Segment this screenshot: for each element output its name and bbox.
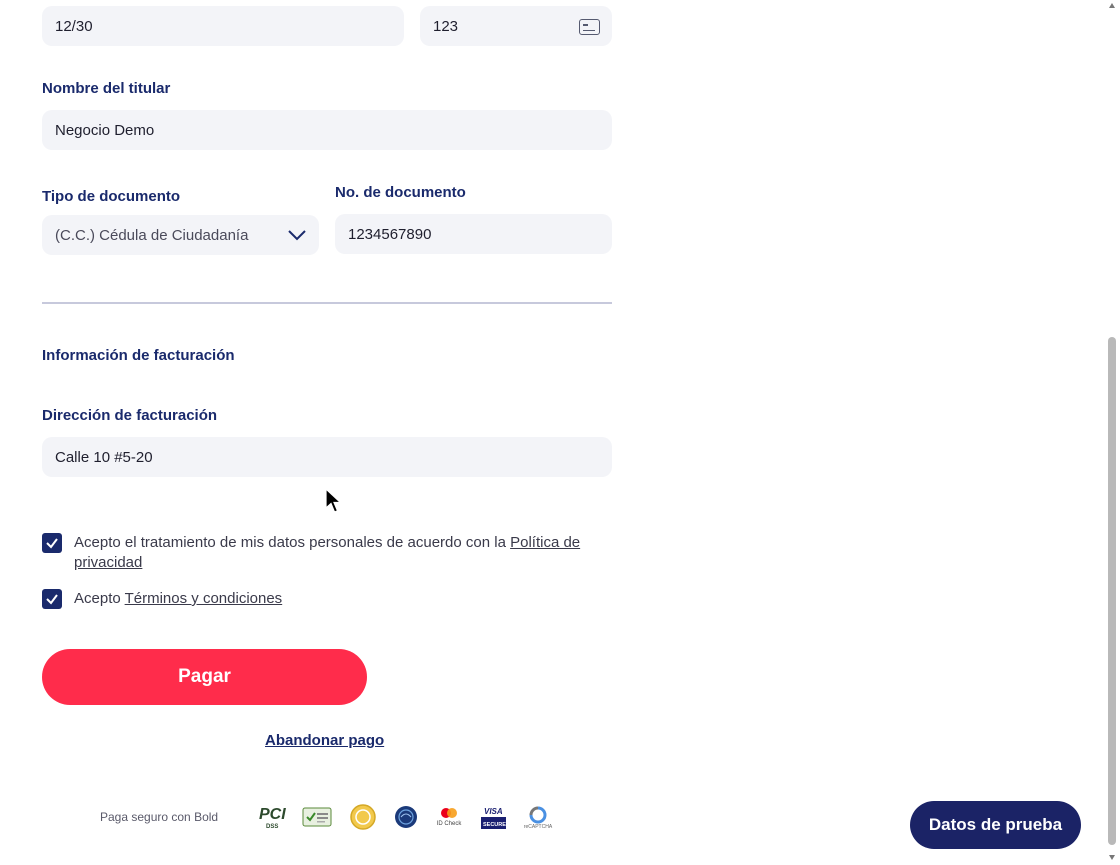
card-cvv-icon <box>579 19 600 35</box>
holder-name-input[interactable]: Negocio Demo <box>42 110 612 150</box>
recaptcha-text: reCAPTCHA <box>523 824 553 830</box>
svg-text:VISA: VISA <box>484 807 503 816</box>
holder-name-label: Nombre del titular <box>42 80 171 97</box>
document-number-value: 1234567890 <box>348 225 432 243</box>
payment-form-page: 12/30 123 Nombre del titular Negocio Dem… <box>0 0 1120 865</box>
cvv-value: 123 <box>433 17 459 35</box>
chevron-down-icon <box>288 230 306 241</box>
mastercard-id-check-icon: ID Check <box>434 804 464 830</box>
abandon-payment-link[interactable]: Abandonar pago <box>265 732 384 749</box>
terms-consent-checkbox[interactable] <box>42 589 62 609</box>
pay-button[interactable]: Pagar <box>42 649 367 705</box>
safe-badge-icon <box>302 806 332 828</box>
checkmark-icon <box>46 594 58 605</box>
visa-secure-icon: VISA SECURE <box>480 805 507 831</box>
privacy-consent-checkbox[interactable] <box>42 533 62 553</box>
scroll-up-icon[interactable] <box>1108 2 1116 10</box>
billing-section-title: Información de facturación <box>42 347 235 364</box>
holder-name-value: Negocio Demo <box>55 121 155 139</box>
pci-dss-icon: PCI DSS <box>258 801 290 831</box>
pse-icon <box>394 805 418 829</box>
section-divider <box>42 302 612 304</box>
privacy-consent-prefix: Acepto el tratamiento de mis datos perso… <box>74 534 511 551</box>
terms-conditions-link[interactable]: Términos y condiciones <box>125 590 283 607</box>
terms-consent-prefix: Acepto <box>74 590 125 607</box>
document-number-label: No. de documento <box>335 184 466 201</box>
terms-consent-text: Acepto Términos y condiciones <box>74 589 282 609</box>
document-type-value: (C.C.) Cédula de Ciudadanía <box>55 226 249 244</box>
scroll-down-icon[interactable] <box>1108 853 1116 861</box>
document-type-label: Tipo de documento <box>42 188 181 205</box>
svg-text:PCI: PCI <box>259 806 286 823</box>
mouse-cursor-icon <box>325 488 343 513</box>
document-number-input[interactable]: 1234567890 <box>335 214 612 254</box>
recaptcha-icon: reCAPTCHA <box>524 804 552 832</box>
privacy-consent-text: Acepto el tratamiento de mis datos perso… <box>74 533 612 573</box>
scrollbar-thumb[interactable] <box>1108 337 1116 845</box>
checkmark-icon <box>46 538 58 549</box>
svg-text:DSS: DSS <box>266 824 278 830</box>
privacy-consent-row: Acepto el tratamiento de mis datos perso… <box>42 533 612 573</box>
expiry-date-value: 12/30 <box>55 17 93 35</box>
billing-address-label: Dirección de facturación <box>42 407 218 424</box>
document-type-select[interactable]: (C.C.) Cédula de Ciudadanía <box>42 215 319 255</box>
id-check-text: ID Check <box>436 821 462 827</box>
terms-consent-row: Acepto Términos y condiciones <box>42 589 612 609</box>
expiry-date-input[interactable]: 12/30 <box>42 6 404 46</box>
svg-text:SECURE: SECURE <box>483 822 506 828</box>
billing-address-input[interactable]: Calle 10 #5-20 <box>42 437 612 477</box>
secure-payment-text: Paga seguro con Bold <box>100 810 219 824</box>
test-data-button[interactable]: Datos de prueba <box>910 801 1081 849</box>
billing-address-value: Calle 10 #5-20 <box>55 448 153 466</box>
cvv-input[interactable]: 123 <box>420 6 612 46</box>
bold-coin-icon <box>350 804 376 830</box>
